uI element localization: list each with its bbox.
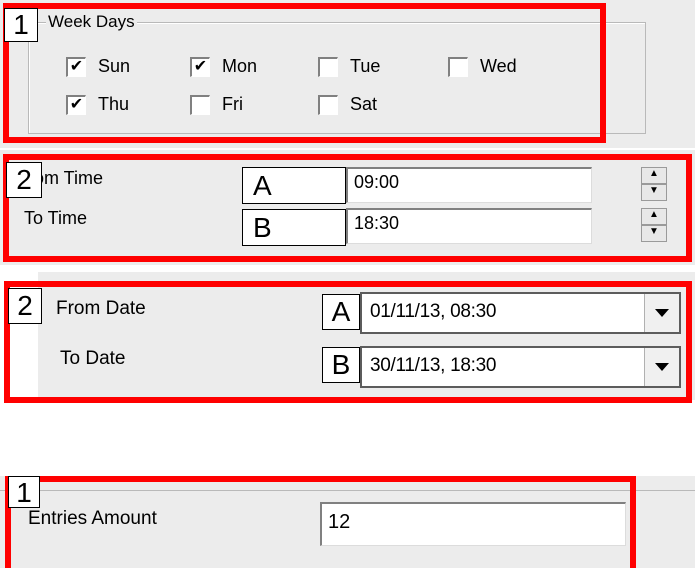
callout-time-range: 2 <box>6 162 42 198</box>
callout-to-date: B <box>322 347 360 383</box>
week-days-highlight <box>3 3 606 143</box>
callout-from-date: A <box>322 294 360 330</box>
callout-to-time: B <box>242 209 346 246</box>
time-range-highlight <box>3 154 692 262</box>
callout-date-range: 2 <box>8 288 42 324</box>
entries-highlight <box>5 476 636 568</box>
callout-from-time: A <box>242 167 346 204</box>
callout-week-days: 1 <box>4 8 38 42</box>
callout-entries: 1 <box>8 476 40 508</box>
